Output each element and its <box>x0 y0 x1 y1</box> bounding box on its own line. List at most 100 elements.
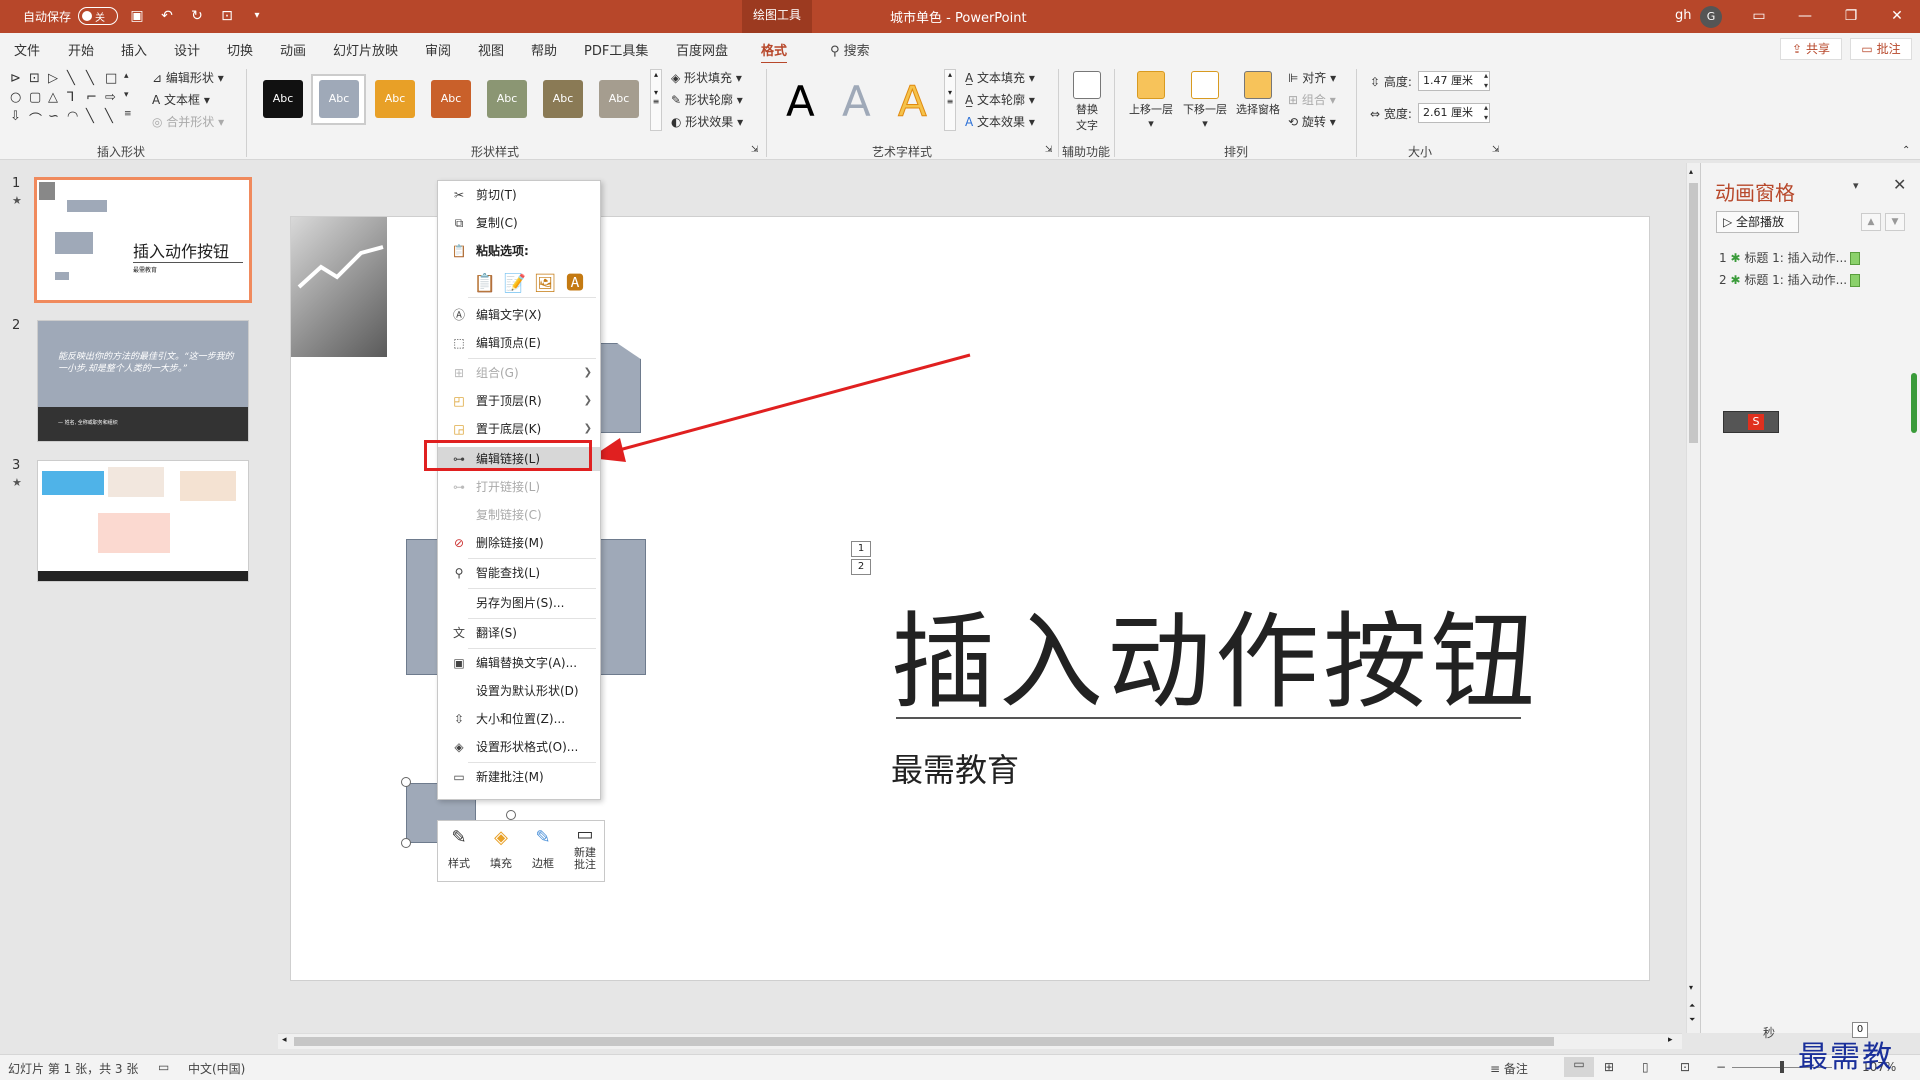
paste-picture-icon[interactable]: 🖼 <box>533 272 557 296</box>
textbox-shape-icon[interactable]: ⊡ <box>29 71 46 86</box>
arc-shape-icon[interactable]: ◠ <box>67 109 84 128</box>
tab-insert[interactable]: 插入 <box>121 40 147 59</box>
shape-style-swatch[interactable]: Abc <box>487 80 527 118</box>
present-icon[interactable]: ⊡ <box>216 7 238 25</box>
shape-style-swatch[interactable]: Abc <box>263 80 303 118</box>
wordart-style-black[interactable]: A <box>786 77 815 126</box>
dialog-launcher-icon[interactable]: ⇲ <box>751 145 759 155</box>
tab-animations[interactable]: 动画 <box>280 40 306 59</box>
vertical-scrollbar[interactable]: ▴ ▾ ⏶ ⏷ <box>1686 163 1700 1033</box>
slide-thumbnail-2[interactable]: 能反映出你的方法的最佳引文。“这一步我的一小步,却是整个人类的一大步。” — 姓… <box>37 320 249 442</box>
shapes-gallery[interactable]: ⊳ ⊡ ▷ ╲ ╲ □ ▴ ○ ▢ △ ⅂ ⌐ ⇨ ▾ ⇩ ⌒ ∽ ◠ ╲ ╲ ≡ <box>10 71 140 128</box>
stairs-picture[interactable] <box>291 217 387 357</box>
tab-baidu-netdisk[interactable]: 百度网盘 <box>676 40 728 59</box>
menu-item-new-comment[interactable]: ▭ 新建批注(M) <box>438 765 600 789</box>
slide-sorter-icon[interactable]: ⊞ <box>1604 1060 1614 1074</box>
prev-slide-icon[interactable]: ⏶ <box>1689 1001 1695 1011</box>
shape-style-swatch[interactable]: Abc <box>375 80 415 118</box>
width-input[interactable]: 2.61 厘米 <box>1418 103 1490 123</box>
menu-item-copy-link[interactable]: 复制链接(C) <box>438 503 600 527</box>
tab-help[interactable]: 帮助 <box>531 40 557 59</box>
slide-thumbnail-3[interactable] <box>37 460 249 582</box>
redo-icon[interactable]: ↻ <box>186 7 208 25</box>
autosave-toggle[interactable]: 关 <box>78 7 119 25</box>
group-button[interactable]: ⊞ 组合 ▾ <box>1288 91 1336 108</box>
scroll-thumb[interactable] <box>1689 183 1698 443</box>
share-button[interactable]: ⇪ 共享 <box>1780 38 1842 60</box>
resize-handle[interactable] <box>401 838 411 848</box>
send-backward-button[interactable]: 下移一层 ▾ <box>1178 71 1232 130</box>
width-spinner[interactable]: ▴ ▾ <box>1484 103 1488 123</box>
shape-fill-button[interactable]: ◈ 形状填充 ▾ <box>671 69 742 86</box>
action-button-shape-icon[interactable]: ⊳ <box>10 71 27 86</box>
shape-style-swatch[interactable]: Abc <box>319 80 359 118</box>
paste-use-destination-icon[interactable]: 📋 <box>473 272 497 296</box>
horizontal-scrollbar[interactable]: ◂ ▸ <box>278 1033 1682 1049</box>
wordart-gallery-scroll[interactable]: ▴ ▾ ≡ <box>944 69 956 131</box>
close-icon[interactable]: ✕ <box>1893 175 1906 194</box>
height-input[interactable]: 1.47 厘米 <box>1418 71 1490 91</box>
menu-item-translate[interactable]: 文翻译(S) <box>438 621 600 645</box>
triangle-shape-icon[interactable]: △ <box>48 90 65 105</box>
dialog-launcher-icon[interactable]: ⇲ <box>1045 145 1053 155</box>
menu-item-send-to-back[interactable]: ◲ 置于底层(K) ❯ <box>438 417 600 441</box>
rounded-rect-shape-icon[interactable]: ▢ <box>29 90 46 105</box>
spellcheck-icon[interactable]: ▭ <box>158 1060 169 1074</box>
zoom-out-icon[interactable]: − <box>1716 1060 1726 1074</box>
menu-item-save-as-picture[interactable]: 另存为图片(S)... <box>438 591 600 615</box>
text-fill-button[interactable]: A̲ 文本填充 ▾ <box>965 69 1035 86</box>
ribbon-display-icon[interactable]: ▭ <box>1736 0 1782 33</box>
resize-handle[interactable] <box>401 777 411 787</box>
menu-item-set-default-shape[interactable]: 设置为默认形状(D) <box>438 679 600 703</box>
alt-text-button[interactable]: 替换 文字 <box>1066 71 1108 133</box>
pane-scroll-indicator[interactable] <box>1911 373 1917 433</box>
text-outline-button[interactable]: A̲ 文本轮廓 ▾ <box>965 91 1035 108</box>
save-icon[interactable]: ▣ <box>126 7 148 25</box>
resize-handle[interactable] <box>506 810 516 820</box>
slide-thumbnail-1[interactable]: 插入动作按钮 最需教育 <box>34 177 252 303</box>
gallery-up-icon[interactable]: ▴ <box>124 71 141 86</box>
animation-tag[interactable]: 1 <box>851 541 871 557</box>
reading-view-icon[interactable]: ▯ <box>1642 1060 1649 1074</box>
next-slide-icon[interactable]: ⏷ <box>1689 1015 1695 1025</box>
tab-format[interactable]: 格式 <box>761 40 788 65</box>
menu-item-bring-to-front[interactable]: ◰ 置于顶层(R) ❯ <box>438 389 600 413</box>
normal-view-icon[interactable]: ▭ <box>1564 1057 1594 1077</box>
down-arrow-shape-icon[interactable]: ⇩ <box>10 109 27 128</box>
minimize-icon[interactable]: — <box>1782 0 1828 33</box>
menu-item-remove-link[interactable]: ⊘ 删除链接(M) <box>438 531 600 555</box>
language-indicator[interactable]: 中文(中国) <box>188 1060 245 1077</box>
gallery-down-icon[interactable]: ▾ <box>124 90 141 105</box>
style-gallery-scroll[interactable]: ▴ ▾ ≡ <box>650 69 662 131</box>
restore-icon[interactable]: ❐ <box>1828 0 1874 33</box>
action-forward-shape-icon[interactable]: ▷ <box>48 71 65 86</box>
collapse-ribbon-icon[interactable]: ⌃ <box>1902 145 1910 156</box>
menu-item-edit-points[interactable]: ⬚ 编辑顶点(E) <box>438 331 600 355</box>
paste-text-only-icon[interactable]: 🅰 <box>563 272 587 296</box>
customize-qat-icon[interactable]: ▾ <box>246 7 268 25</box>
rectangle-shape-icon[interactable]: □ <box>105 71 122 86</box>
paste-keep-source-icon[interactable]: 📝 <box>503 272 527 296</box>
dialog-launcher-icon[interactable]: ⇲ <box>1492 145 1500 155</box>
tab-file[interactable]: 文件 <box>14 40 40 59</box>
connector-shape-icon[interactable]: ⅂ <box>67 90 84 105</box>
shape-effects-button[interactable]: ◐ 形状效果 ▾ <box>671 113 743 130</box>
menu-item-copy[interactable]: ⧉ 复制(C) <box>438 211 600 235</box>
oval-shape-icon[interactable]: ○ <box>10 90 27 105</box>
shape-outline-button[interactable]: ✎ 形状轮廓 ▾ <box>671 91 743 108</box>
freeform-shape-icon[interactable]: ⌒ <box>29 109 46 128</box>
scroll-down-icon[interactable]: ▾ <box>1689 983 1693 992</box>
mini-fill-button[interactable]: ◈ 填充 <box>482 825 520 871</box>
close-icon[interactable]: ✕ <box>1874 0 1920 33</box>
animation-item[interactable]: 1 ✱ 标题 1: 插入动作... <box>1719 249 1861 266</box>
mini-outline-button[interactable]: ✎ 边框 <box>524 825 562 871</box>
tab-view[interactable]: 视图 <box>478 40 504 59</box>
gallery-more-icon[interactable]: ≡ <box>124 109 141 128</box>
slide-subtitle[interactable]: 最需教育 <box>891 745 1019 791</box>
scroll-right-icon[interactable]: ▸ <box>1668 1035 1673 1045</box>
text-effects-button[interactable]: A 文本效果 ▾ <box>965 113 1035 130</box>
zoom-slider-thumb[interactable] <box>1780 1061 1784 1073</box>
notes-button[interactable]: ≡ 备注 <box>1490 1060 1528 1077</box>
move-up-icon[interactable]: ▲ <box>1861 213 1881 231</box>
tab-home[interactable]: 开始 <box>68 40 94 59</box>
